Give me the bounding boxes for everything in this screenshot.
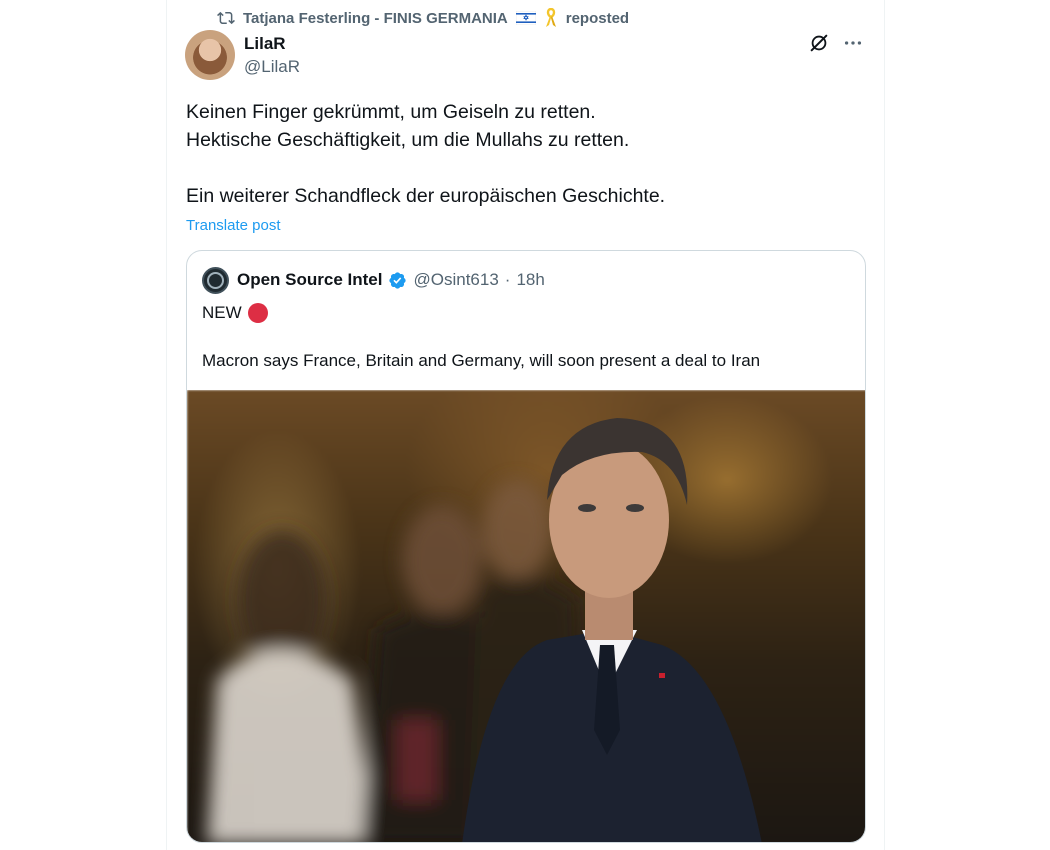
more-options-button[interactable] [840,30,866,56]
quoted-post-photo[interactable] [187,390,865,842]
separator-dot: · [504,270,511,289]
quoted-post-timestamp[interactable]: 18h [516,270,544,290]
quoted-text-line: NEW [202,303,242,322]
israel-flag-icon [515,10,536,26]
quoted-post-text: NEW Macron says France, Britain and Germ… [202,301,852,373]
reposted-label: reposted [565,9,630,27]
quoted-author-avatar[interactable] [202,266,229,294]
reposter-name[interactable]: Tatjana Festerling - FINIS GERMANIA [243,10,508,27]
verified-badge-icon [388,271,407,290]
quoted-author-handle[interactable]: @Osint613 [413,270,498,290]
author-name[interactable]: LilaR [244,34,286,54]
quoted-author-name[interactable]: Open Source Intel [237,270,382,290]
red-circle-icon [247,303,268,323]
author-avatar[interactable] [185,30,235,80]
timeline-column: Tatjana Festerling - FINIS GERMANIA repo… [166,0,885,850]
translate-post-link[interactable]: Translate post [186,217,281,234]
photo-illustration [207,418,762,842]
author-handle[interactable]: @LilaR [244,57,300,77]
repost-indicator[interactable]: Tatjana Festerling - FINIS GERMANIA repo… [217,7,630,28]
post-line: Ein weiterer Schandfleck der europäische… [186,185,666,207]
repost-icon [217,9,235,27]
post-text: Keinen Finger gekrümmt, um Geiseln zu re… [186,98,866,210]
grok-button[interactable] [806,30,832,56]
grok-icon [810,34,828,52]
post-line: Keinen Finger gekrümmt, um Geiseln zu re… [186,101,596,123]
more-icon [844,41,862,45]
post-line: Hektische Geschäftigkeit, um die Mullahs… [186,129,630,151]
quoted-text-line: Macron says France, Britain and Germany,… [202,351,761,370]
yellow-ribbon-icon [544,7,558,28]
quoted-post-header: Open Source Intel @Osint613 · 18h [202,266,545,294]
quoted-post-card[interactable]: Open Source Intel @Osint613 · 18h NEW Ma… [186,250,866,843]
